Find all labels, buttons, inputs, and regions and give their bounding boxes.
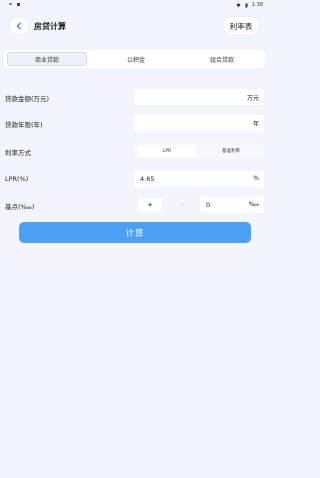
rate-mode-selector: LPR 基准利率 — [134, 143, 264, 159]
chevron-left-icon — [16, 22, 21, 30]
basis-points-minus-button[interactable]: - — [170, 198, 194, 212]
page-title: 房贷计算 — [34, 22, 66, 31]
loan-years-input[interactable]: 年 — [134, 115, 264, 131]
status-left — [8, 2, 21, 7]
battery-icon — [245, 3, 248, 7]
loan-years-unit: 年 — [252, 121, 259, 128]
loan-amount-row: 贷款金额(万元) 万元 — [0, 89, 269, 105]
basis-points-value: 0 — [206, 201, 211, 209]
status-time: 1:38 — [251, 2, 263, 8]
notification-icon — [17, 3, 20, 6]
status-bar: 1:38 — [0, 0, 269, 10]
android-icon — [9, 3, 12, 5]
rate-table-button[interactable]: 利率表 — [223, 17, 259, 35]
status-right: 1:38 — [236, 2, 263, 8]
lpr-input[interactable]: 4.65 % — [134, 171, 264, 187]
loan-amount-label: 贷款金额(万元) — [5, 95, 50, 103]
loan-years-row: 贷款年限(年) 年 — [0, 115, 269, 131]
rate-mode-label: 利率方式 — [5, 149, 31, 157]
basis-points-label: 基点(‱) — [5, 203, 35, 211]
loan-amount-unit: 万元 — [246, 95, 259, 102]
loan-type-tabs: 商业贷款 公积金 组合贷款 — [4, 50, 265, 68]
back-button[interactable] — [10, 17, 28, 35]
basis-points-plus-button[interactable]: + — [138, 198, 162, 212]
basis-points-input[interactable]: 0 ‱ — [200, 197, 264, 213]
rate-option-benchmark[interactable]: 基准利率 — [202, 145, 260, 157]
rate-mode-row: 利率方式 LPR 基准利率 — [0, 143, 269, 159]
calculate-button[interactable]: 计算 — [19, 222, 251, 243]
lpr-value: 4.65 — [140, 175, 155, 183]
lpr-label: LPR(%) — [5, 175, 29, 183]
app-header: 房贷计算 利率表 — [0, 14, 269, 40]
tab-combined-loan[interactable]: 组合贷款 — [182, 52, 262, 66]
basis-points-unit: ‱ — [248, 201, 259, 208]
lpr-unit: % — [253, 175, 259, 182]
tab-commercial-loan[interactable]: 商业贷款 — [7, 52, 87, 66]
loan-years-label: 贷款年限(年) — [5, 121, 43, 129]
rate-option-lpr[interactable]: LPR — [138, 145, 196, 157]
wifi-icon — [236, 3, 241, 7]
basis-points-row: 基点(‱) + - 0 ‱ — [0, 197, 269, 213]
lpr-row: LPR(%) 4.65 % — [0, 171, 269, 187]
tab-provident-fund[interactable]: 公积金 — [96, 52, 176, 66]
loan-amount-input[interactable]: 万元 — [134, 89, 264, 105]
